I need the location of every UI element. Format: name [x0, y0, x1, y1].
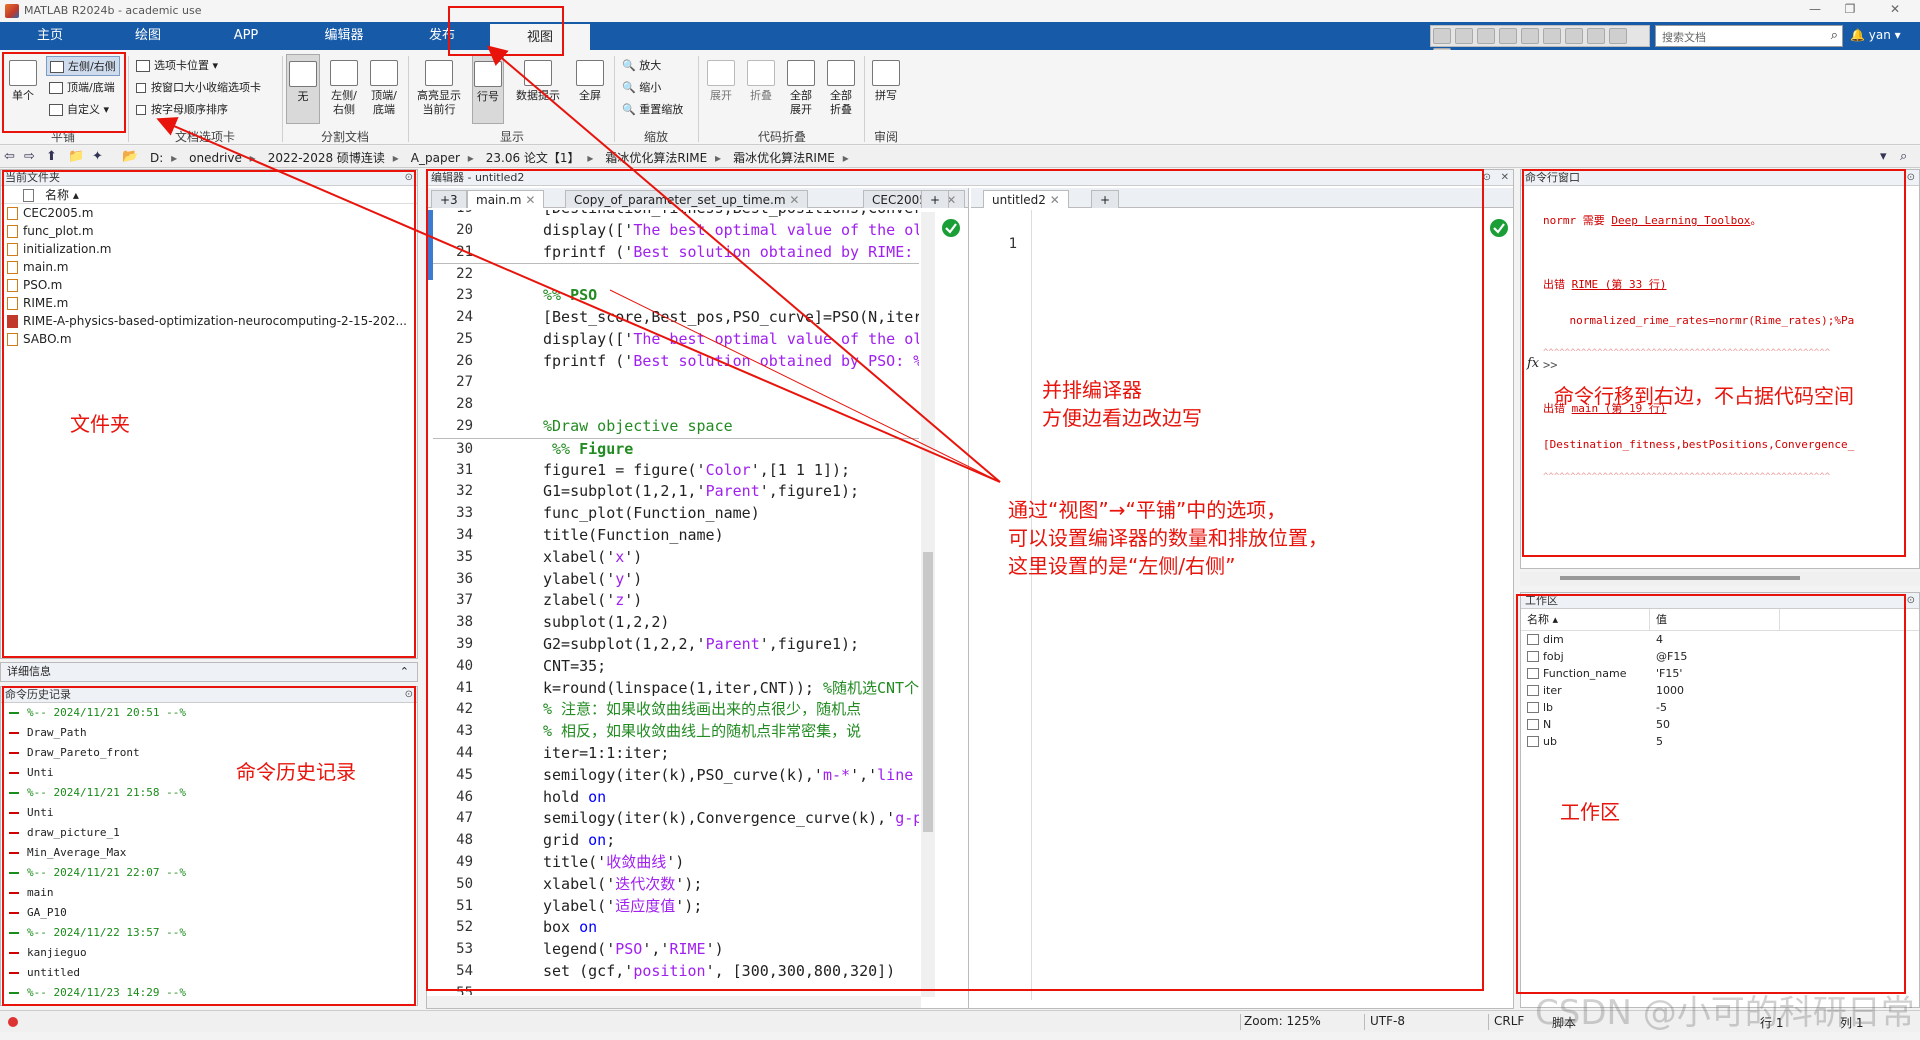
- cmd-annotation: 命令行移到右边，不占据代码空间: [1554, 384, 1854, 408]
- editor-annotation-1: 并排编译器: [1042, 378, 1142, 402]
- workspace-annotation: 工作区: [1560, 800, 1620, 824]
- view-annotation-3: 这里设置的是“左侧/右侧”: [1008, 554, 1236, 578]
- view-annotation-1: 通过“视图”→“平铺”中的选项，: [1008, 498, 1287, 522]
- editor-annotation-2: 方便边看边改边写: [1042, 406, 1202, 430]
- view-annotation-2: 可以设置编译器的数量和排放位置，: [1008, 526, 1328, 550]
- folder-annotation: 文件夹: [70, 412, 130, 436]
- arrow-to-view-tab: [486, 45, 1001, 483]
- arrow-thin: [609, 289, 1001, 483]
- arrow-to-tile: [156, 117, 1001, 483]
- history-annotation: 命令历史记录: [236, 760, 356, 784]
- annotation-arrows: [156, 45, 1001, 483]
- watermark: CSDN @小可的科研日常: [1535, 993, 1915, 1033]
